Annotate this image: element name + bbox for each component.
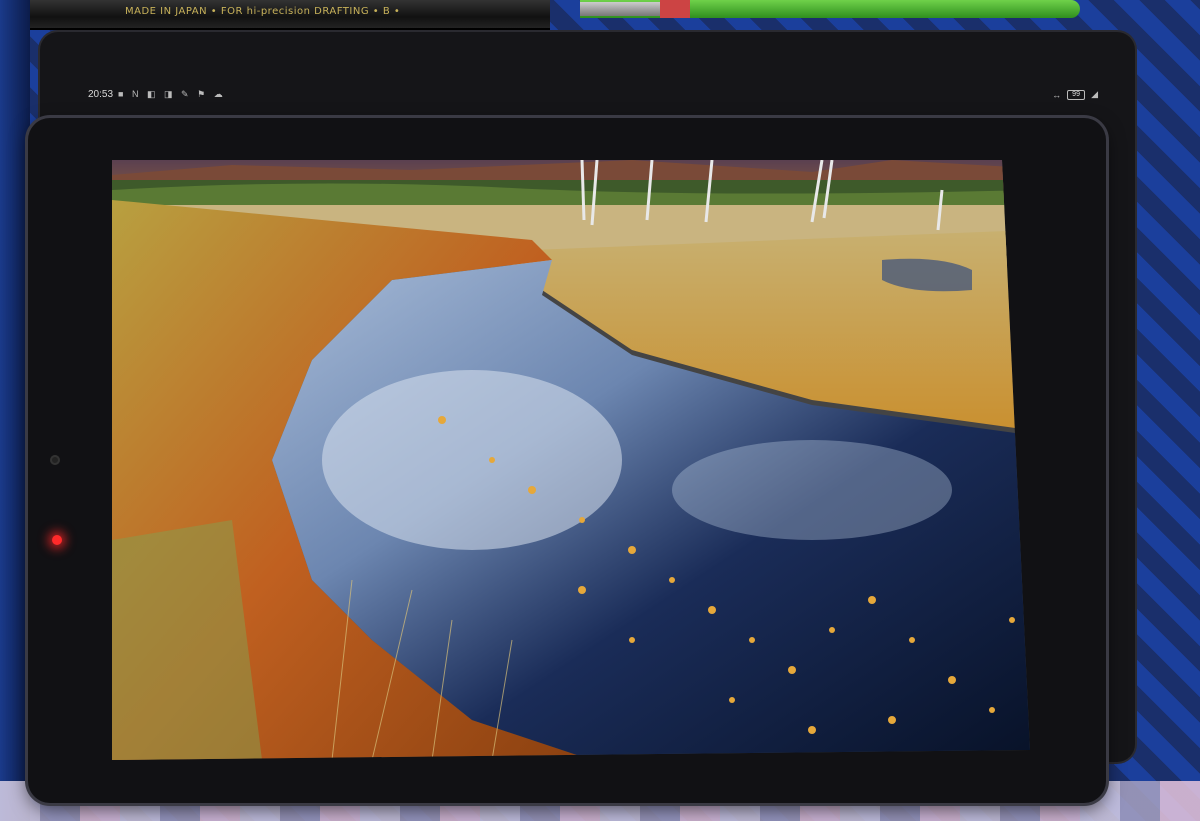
- pencil: MADE IN JAPAN • FOR hi-precision DRAFTIN…: [30, 0, 550, 30]
- notification-icons: ■ N ◧ ◨ ✎ ⚑ ☁: [118, 89, 226, 100]
- pencil-imprint: MADE IN JAPAN • FOR hi-precision DRAFTIN…: [125, 6, 401, 17]
- n-icon: N: [131, 89, 142, 99]
- notification-icon: ■: [118, 89, 127, 99]
- tablet-screen: [112, 160, 1030, 760]
- led-indicator: [52, 535, 62, 545]
- battery-icon: 99: [1067, 89, 1086, 100]
- app-icon: ⚑: [197, 89, 209, 99]
- signal-icon: ◢: [1091, 89, 1098, 99]
- app-icon: ◨: [164, 89, 176, 99]
- status-bar: 20:53 ■ N ◧ ◨ ✎ ⚑ ☁ ↔ 99 ◢: [88, 88, 1098, 104]
- status-time: 20:53: [88, 89, 114, 100]
- cloud-icon: ☁: [213, 89, 226, 99]
- pen-band: [660, 0, 690, 18]
- link-icon: ↔: [1052, 89, 1062, 100]
- camera-icon: [50, 455, 60, 465]
- pen-tip: [580, 2, 670, 16]
- landscape-photo: [112, 160, 1030, 760]
- status-right: ↔ 99 ◢: [1052, 89, 1098, 100]
- app-icon: ◧: [146, 89, 159, 99]
- app-icon: ✎: [181, 89, 192, 99]
